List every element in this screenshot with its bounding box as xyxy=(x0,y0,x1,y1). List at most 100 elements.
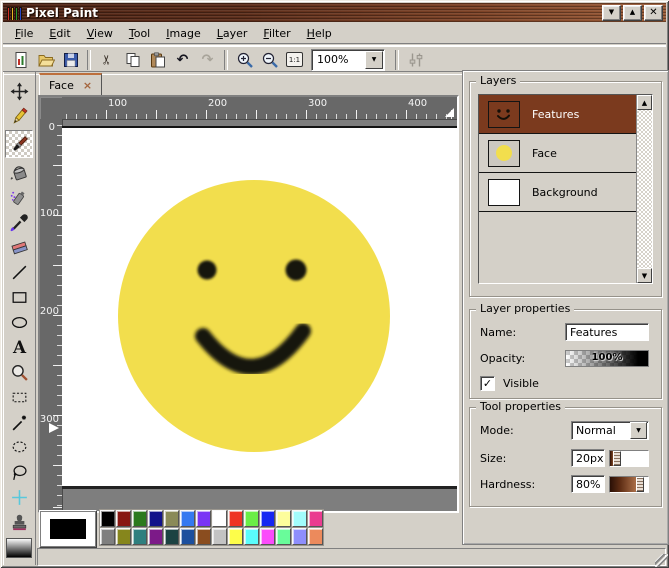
ellipse-tool[interactable] xyxy=(6,311,32,333)
zoom-out-button[interactable] xyxy=(257,48,282,72)
resize-grip[interactable] xyxy=(655,554,668,567)
eraser-tool[interactable] xyxy=(6,236,32,258)
palette-swatch[interactable] xyxy=(244,528,259,545)
layer-row-features[interactable]: Features xyxy=(479,95,637,134)
layer-row-background[interactable]: Background xyxy=(479,173,637,212)
menu-edit[interactable]: Edit xyxy=(41,25,78,42)
palette-swatch[interactable] xyxy=(308,510,323,527)
palette-swatch[interactable] xyxy=(164,528,179,545)
text-tool[interactable]: A xyxy=(6,336,32,358)
minimize-button[interactable]: ▼ xyxy=(602,5,621,21)
pencil-tool[interactable] xyxy=(6,105,32,127)
menu-file[interactable]: File xyxy=(7,25,41,42)
open-button[interactable] xyxy=(33,48,58,72)
palette-swatch[interactable] xyxy=(228,528,243,545)
palette-swatch[interactable] xyxy=(116,510,131,527)
ruler-label: 0 xyxy=(49,123,55,133)
palette-swatch[interactable] xyxy=(100,510,115,527)
hardness-slider[interactable] xyxy=(609,476,649,493)
brush-tool[interactable] xyxy=(5,130,33,158)
rect-select-tool[interactable] xyxy=(6,386,32,408)
palette-swatch[interactable] xyxy=(212,528,227,545)
palette-swatch[interactable] xyxy=(196,510,211,527)
open-folder-icon xyxy=(37,51,55,69)
menu-filter[interactable]: Filter xyxy=(255,25,298,42)
new-button[interactable] xyxy=(8,48,33,72)
mode-dropdown[interactable]: Normal ▼ xyxy=(571,421,649,440)
palette-swatch[interactable] xyxy=(276,528,291,545)
tab-close-icon[interactable]: × xyxy=(83,79,92,92)
palette-swatch[interactable] xyxy=(164,510,179,527)
save-button[interactable] xyxy=(58,48,83,72)
zoom-in-button[interactable] xyxy=(232,48,257,72)
adjustments-button[interactable] xyxy=(403,48,428,72)
copy-button[interactable] xyxy=(120,48,145,72)
mode-dropdown-icon[interactable]: ▼ xyxy=(630,422,647,439)
clone-stamp-tool[interactable] xyxy=(6,511,32,533)
layer-row-face[interactable]: Face xyxy=(479,134,637,173)
tab-face[interactable]: Face × xyxy=(39,73,102,96)
crosshair-tool[interactable] xyxy=(6,486,32,508)
fill-tool[interactable] xyxy=(6,161,32,183)
rectangle-tool[interactable] xyxy=(6,286,32,308)
canvas-page[interactable] xyxy=(62,126,457,489)
palette-swatch[interactable] xyxy=(260,510,275,527)
tool-palette: A xyxy=(3,72,36,565)
menu-view[interactable]: View xyxy=(79,25,121,42)
palette-swatch[interactable] xyxy=(132,528,147,545)
maximize-button[interactable]: ▲ xyxy=(623,5,642,21)
hardness-input[interactable]: 80% xyxy=(571,475,605,493)
opacity-slider[interactable]: 100% xyxy=(565,350,649,367)
move-tool[interactable] xyxy=(6,80,32,102)
layer-name-input[interactable]: Features xyxy=(565,323,649,341)
palette-swatch[interactable] xyxy=(116,528,131,545)
cut-button[interactable]: ✂ xyxy=(95,48,120,72)
palette-swatch[interactable] xyxy=(292,510,307,527)
scroll-down-icon[interactable]: ▼ xyxy=(637,268,652,283)
line-tool[interactable] xyxy=(6,261,32,283)
palette-swatch[interactable] xyxy=(260,528,275,545)
palette-swatch[interactable] xyxy=(148,510,163,527)
scroll-up-icon[interactable]: ▲ xyxy=(637,95,652,110)
palette-swatch[interactable] xyxy=(244,510,259,527)
redo-button[interactable]: ↷ xyxy=(195,48,220,72)
menu-help[interactable]: Help xyxy=(299,25,340,42)
hardness-slider-thumb[interactable] xyxy=(636,477,644,492)
palette-swatch[interactable] xyxy=(148,528,163,545)
zoom-level-combo[interactable]: 100% ▼ xyxy=(311,49,385,71)
palette-swatch[interactable] xyxy=(212,510,227,527)
zoom-combo-dropdown-icon[interactable]: ▼ xyxy=(365,51,383,69)
size-slider-thumb[interactable] xyxy=(613,451,621,466)
palette-swatch[interactable] xyxy=(276,510,291,527)
magic-wand-tool[interactable] xyxy=(6,411,32,433)
undo-button[interactable]: ↶ xyxy=(170,48,195,72)
magnifier-tool[interactable] xyxy=(6,361,32,383)
palette-swatch[interactable] xyxy=(180,510,195,527)
layers-scrollbar[interactable]: ▲ ▼ xyxy=(636,95,652,283)
palette-swatch[interactable] xyxy=(132,510,147,527)
actual-size-button[interactable]: 1:1 xyxy=(282,48,307,72)
lasso-tool[interactable] xyxy=(6,436,32,458)
palette-swatch[interactable] xyxy=(228,510,243,527)
close-button[interactable]: ✕ xyxy=(644,5,663,21)
polygon-lasso-tool[interactable] xyxy=(6,461,32,483)
palette-swatch[interactable] xyxy=(196,528,211,545)
size-input[interactable]: 20px xyxy=(571,449,605,467)
paste-button[interactable] xyxy=(145,48,170,72)
eyedropper-tool[interactable] xyxy=(6,211,32,233)
left-eye xyxy=(198,261,217,280)
palette-swatch[interactable] xyxy=(100,528,115,545)
visible-checkbox[interactable]: ✓ xyxy=(480,376,495,391)
gradient-tool[interactable] xyxy=(6,538,32,558)
menu-layer[interactable]: Layer xyxy=(209,25,256,42)
palette-swatch[interactable] xyxy=(180,528,195,545)
palette-swatch[interactable] xyxy=(292,528,307,545)
menu-image[interactable]: Image xyxy=(158,25,208,42)
rectangle-icon xyxy=(10,288,29,307)
size-slider[interactable] xyxy=(609,450,649,467)
menu-tool[interactable]: Tool xyxy=(121,25,158,42)
fill-bucket-icon xyxy=(10,163,29,182)
current-color-well[interactable] xyxy=(39,510,97,548)
airbrush-tool[interactable] xyxy=(6,186,32,208)
palette-swatch[interactable] xyxy=(308,528,323,545)
